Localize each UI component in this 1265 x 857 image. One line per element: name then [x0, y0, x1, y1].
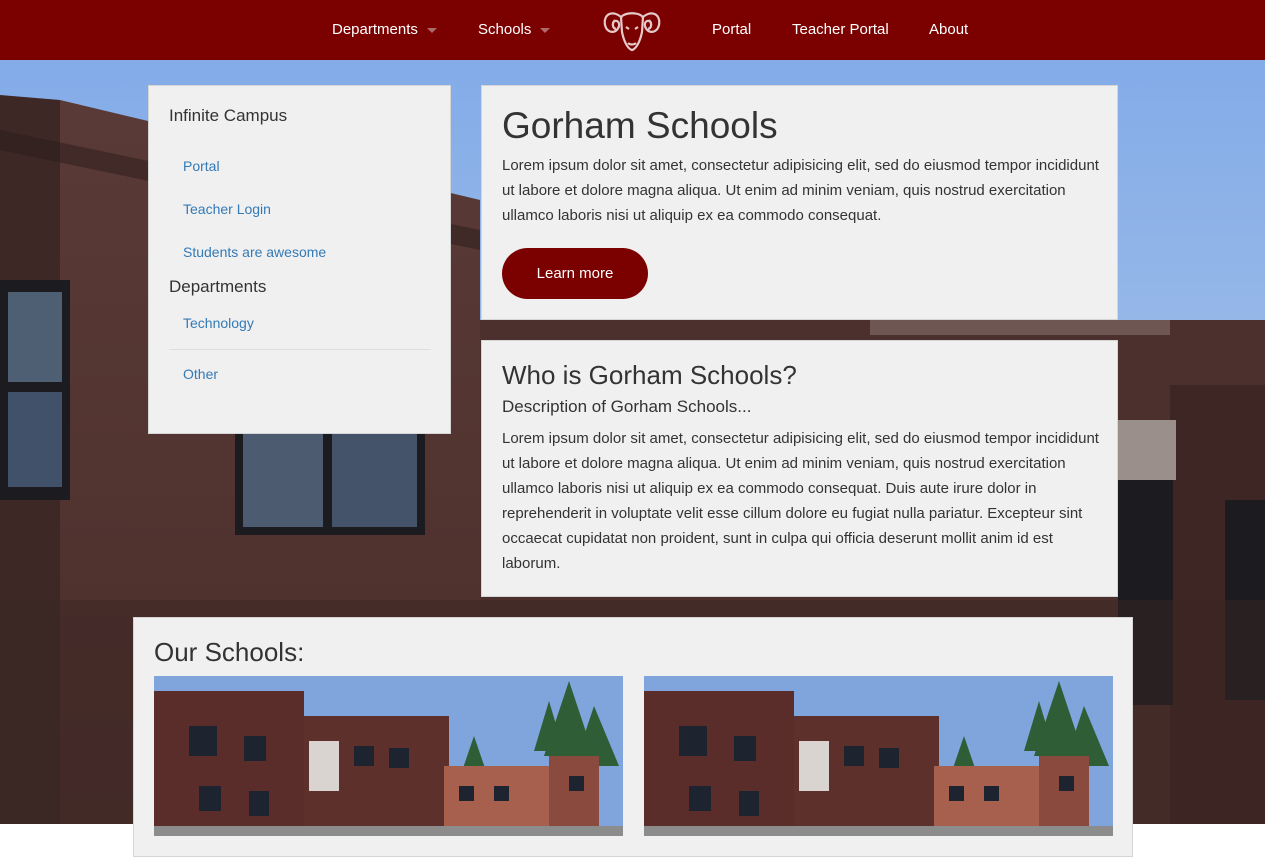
page-title: Gorham Schools: [502, 105, 778, 146]
school-image-2[interactable]: [644, 676, 1113, 836]
school-building-image: [154, 676, 623, 836]
chevron-down-icon: [540, 27, 551, 33]
chevron-down-icon: [426, 27, 437, 33]
ram-logo-icon[interactable]: [601, 6, 663, 52]
sidebar-link-teacher-login[interactable]: Teacher Login: [183, 201, 271, 217]
sidebar-heading-departments: Departments: [169, 277, 267, 296]
nav-departments-dropdown[interactable]: Departments: [332, 19, 437, 41]
learn-more-button[interactable]: Learn more: [502, 248, 648, 299]
school-image-1[interactable]: [154, 676, 623, 836]
sidebar-link-students-are-awesome[interactable]: Students are awesome: [183, 244, 326, 260]
sidebar-link-other[interactable]: Other: [183, 366, 218, 382]
nav-schools-dropdown[interactable]: Schools: [478, 19, 551, 41]
nav-teacher-portal-link[interactable]: Teacher Portal: [792, 19, 889, 41]
nav-schools-label: Schools: [478, 21, 532, 38]
sidebar-divider: [169, 349, 431, 350]
about-panel: Who is Gorham Schools? Description of Go…: [481, 340, 1118, 597]
schools-title: Our Schools:: [154, 637, 305, 667]
sidebar-heading-infinite-campus: Infinite Campus: [169, 106, 288, 125]
about-title: Who is Gorham Schools?: [502, 360, 797, 390]
sidebar-link-portal[interactable]: Portal: [183, 158, 220, 174]
schools-panel: Our Schools:: [133, 617, 1133, 857]
school-building-image: [644, 676, 1113, 836]
sidebar-link-technology[interactable]: Technology: [183, 315, 254, 331]
hero-description: Lorem ipsum dolor sit amet, consectetur …: [502, 157, 1099, 224]
about-subtitle: Description of Gorham Schools...: [502, 397, 752, 416]
about-description: Lorem ipsum dolor sit amet, consectetur …: [502, 430, 1099, 572]
sidebar-panel: Infinite Campus Portal Teacher Login Stu…: [148, 85, 451, 434]
nav-about-link[interactable]: About: [929, 19, 968, 41]
top-navbar: Departments Schools Portal Teacher Porta…: [0, 0, 1265, 60]
nav-portal-link[interactable]: Portal: [712, 19, 751, 41]
hero-panel: Gorham Schools Lorem ipsum dolor sit ame…: [481, 85, 1118, 320]
nav-departments-label: Departments: [332, 21, 418, 38]
